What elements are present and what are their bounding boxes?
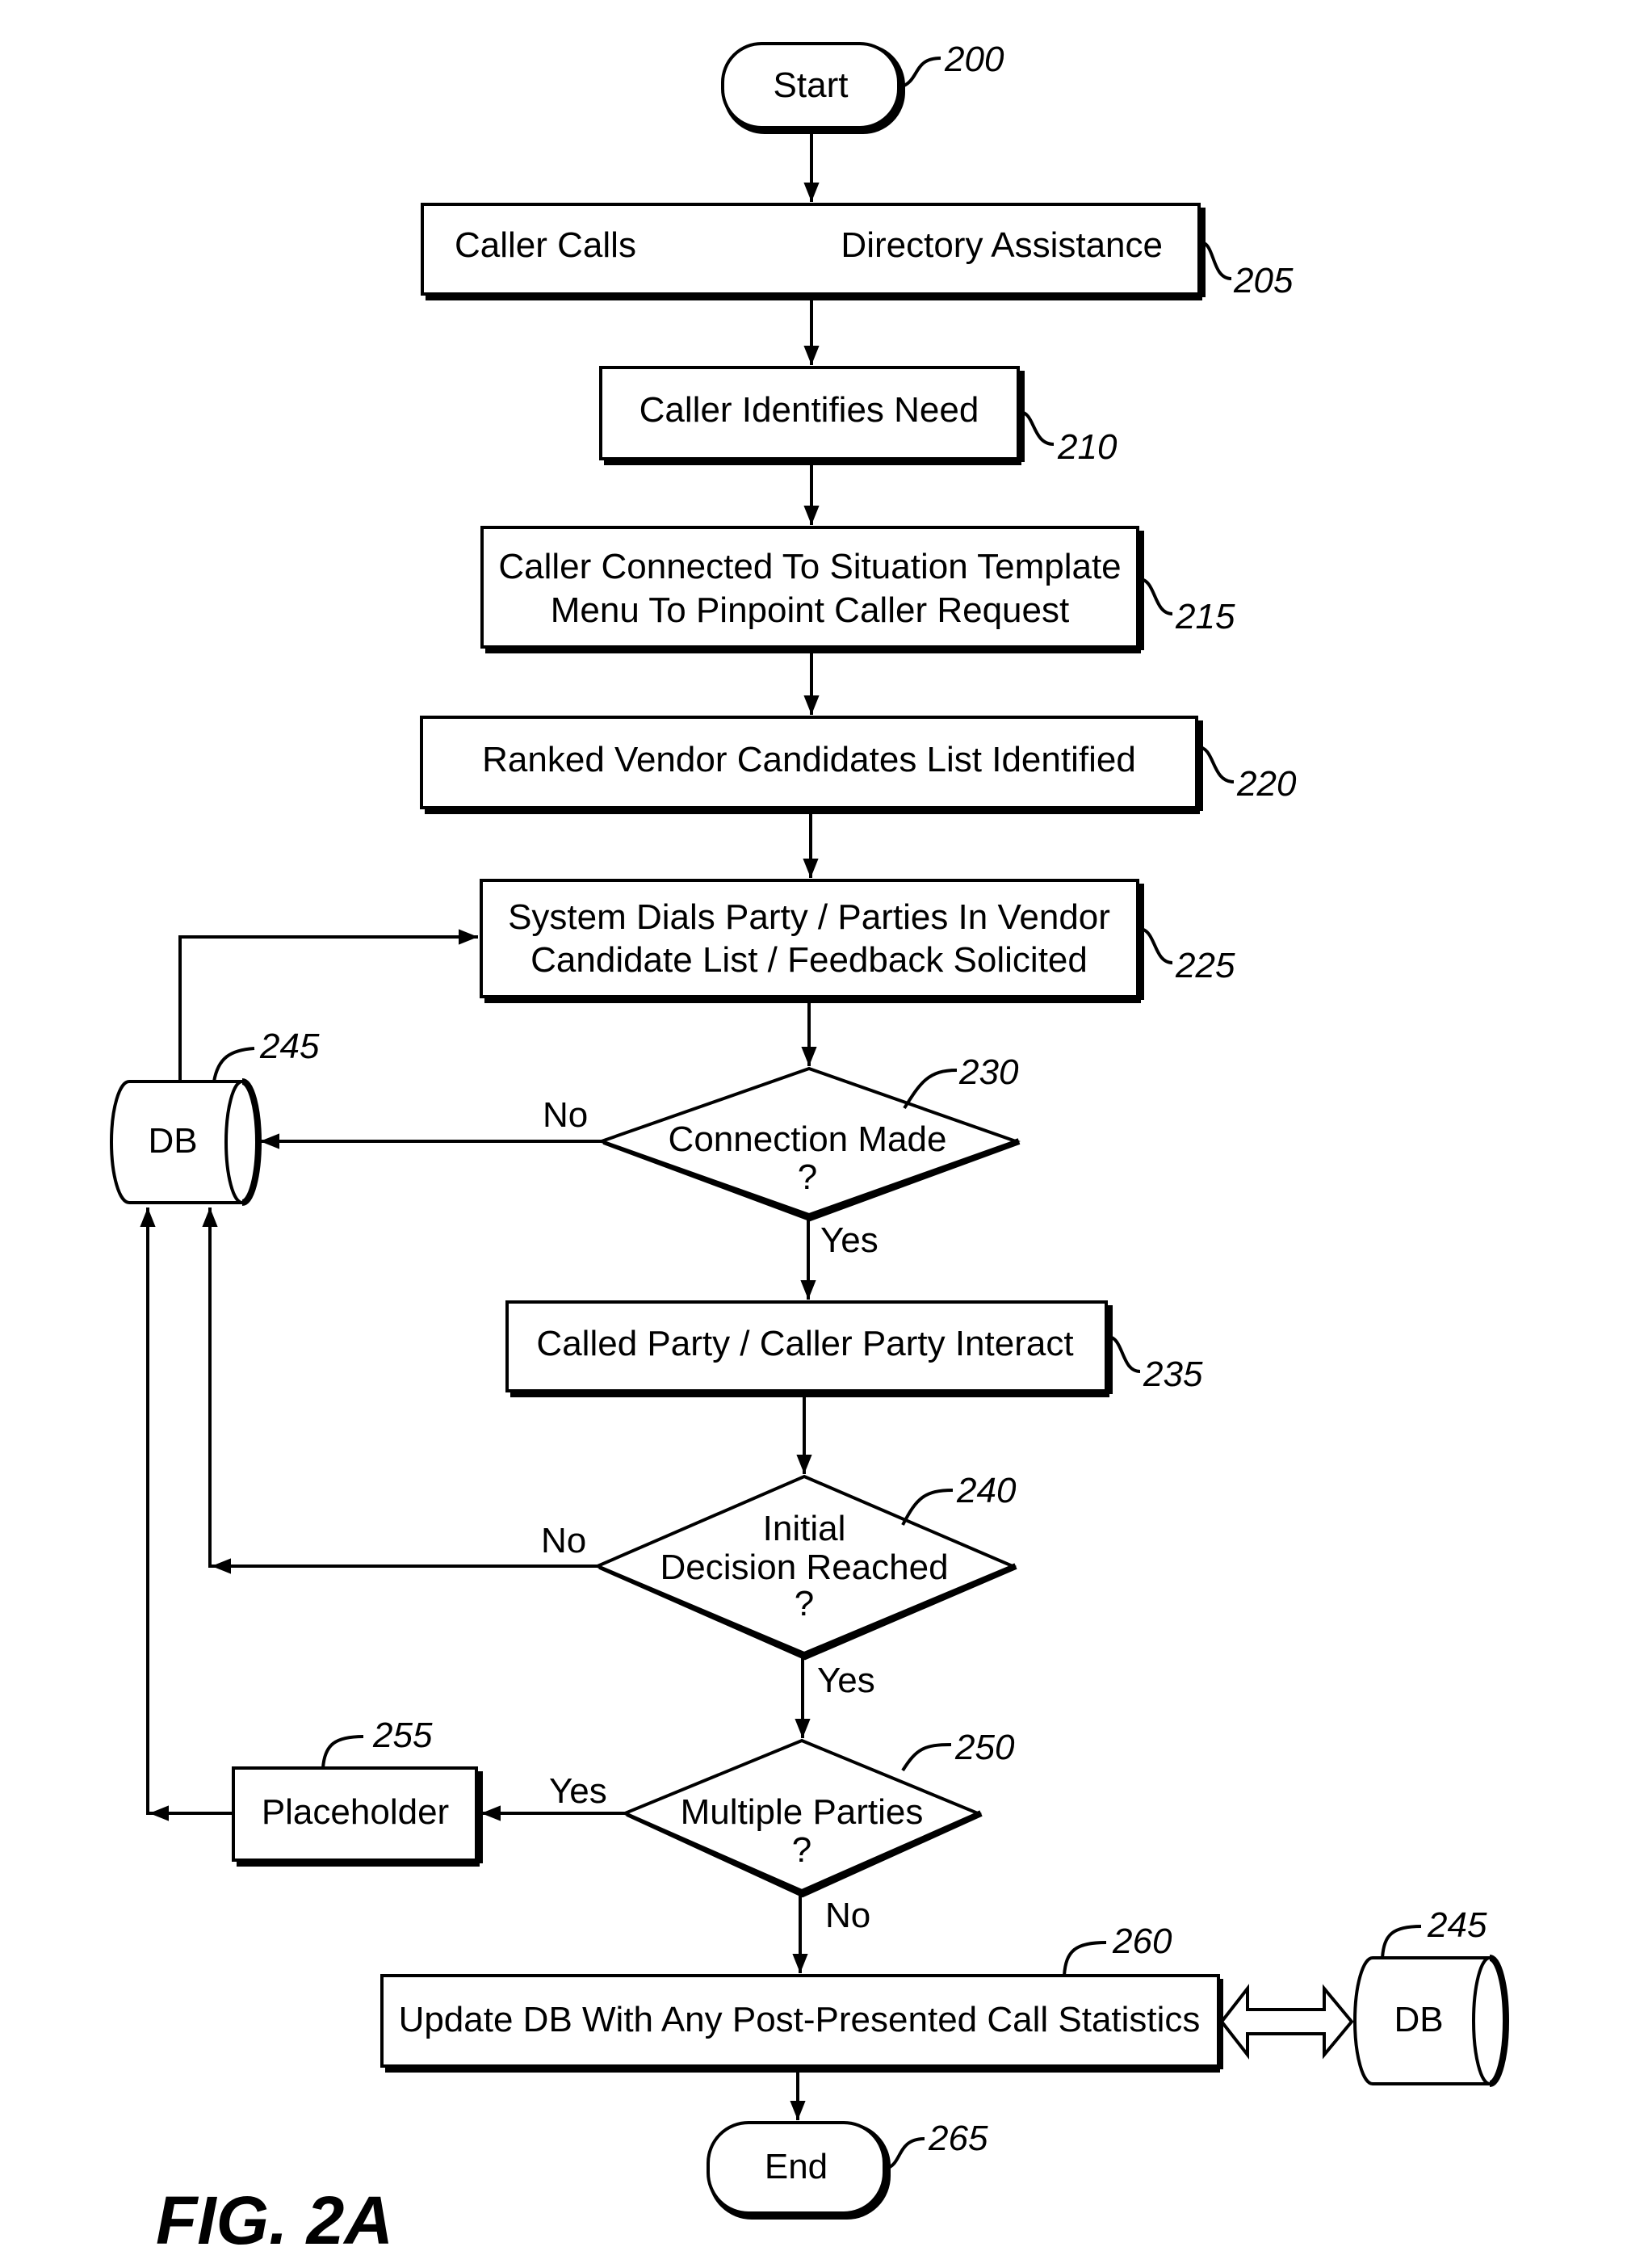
process-225-line1: System Dials Party / Parties In Vendor <box>508 897 1110 937</box>
process-205: Caller Calls Directory Assistance 205 <box>421 203 1294 300</box>
process-225-line2: Candidate List / Feedback Solicited <box>530 940 1088 980</box>
flowchart-canvas: Start 200 Caller Calls Directory Assista… <box>110 40 1509 2258</box>
ref-265: 265 <box>928 2119 988 2158</box>
ref-240: 240 <box>956 1471 1017 1510</box>
edge-260-db-bidirectional <box>1219 1984 1354 2060</box>
ref-leader-225 <box>1139 927 1173 964</box>
decision-240-line3: ? <box>795 1584 814 1623</box>
ref-250: 250 <box>954 1728 1015 1767</box>
process-220-label: Ranked Vendor Candidates List Identified <box>482 740 1136 779</box>
start-label: Start <box>774 65 849 105</box>
decision-250-line1: Multiple Parties <box>681 1792 924 1832</box>
process-215-line2: Menu To Pinpoint Caller Request <box>551 590 1069 630</box>
process-225: System Dials Party / Parties In Vendor C… <box>480 879 1235 1003</box>
process-210: Caller Identifies Need 210 <box>599 366 1118 467</box>
decision-230-no-label: No <box>543 1095 588 1135</box>
ref-leader-245-right <box>1381 1925 1422 1959</box>
process-255-label: Placeholder <box>262 1792 449 1832</box>
decision-250-yes-label: Yes <box>549 1771 607 1811</box>
process-205-label-right: Directory Assistance <box>841 225 1163 265</box>
process-235: Called Party / Caller Party Interact 235 <box>505 1300 1203 1397</box>
edge-255-db <box>140 1208 233 1815</box>
ref-leader-265 <box>885 2137 925 2170</box>
decision-240-no-label: No <box>541 1521 586 1560</box>
end-terminal: End 265 <box>707 2119 988 2220</box>
ref-leader-255 <box>321 1735 364 1769</box>
decision-240-line1: Initial <box>763 1509 846 1548</box>
ref-leader-220 <box>1197 746 1235 783</box>
ref-leader-230 <box>903 1069 958 1110</box>
database-right-label: DB <box>1394 2000 1443 2039</box>
ref-leader-215 <box>1139 578 1173 615</box>
ref-leader-245-left <box>212 1047 255 1082</box>
ref-200: 200 <box>944 40 1004 79</box>
database-left-label: DB <box>148 1121 197 1161</box>
end-label: End <box>765 2147 828 2186</box>
ref-leader-250 <box>901 1743 952 1772</box>
start-terminal: Start 200 <box>721 40 1004 134</box>
ref-leader-210 <box>1019 410 1055 446</box>
ref-leader-260 <box>1063 1941 1107 1976</box>
decision-230-line1: Connection Made <box>669 1119 947 1159</box>
ref-255: 255 <box>372 1716 433 1755</box>
decision-240: Initial Decision Reached ? 240 No Yes <box>541 1471 1017 1700</box>
ref-215: 215 <box>1175 597 1235 636</box>
ref-leader-240 <box>901 1489 954 1526</box>
ref-210: 210 <box>1057 427 1118 467</box>
process-235-label: Called Party / Caller Party Interact <box>536 1324 1073 1363</box>
ref-235: 235 <box>1143 1354 1203 1394</box>
process-260-label: Update DB With Any Post-Presented Call S… <box>399 2000 1201 2039</box>
decision-230: Connection Made ? 230 No Yes <box>543 1052 1021 1260</box>
process-255: Placeholder 255 <box>232 1716 483 1867</box>
database-right: DB 245 <box>1353 1905 1509 2087</box>
ref-leader-200 <box>899 57 941 89</box>
decision-250-line2: ? <box>792 1830 811 1870</box>
decision-230-yes-label: Yes <box>820 1220 879 1260</box>
ref-220: 220 <box>1236 764 1297 804</box>
process-215: Caller Connected To Situation Template M… <box>480 526 1235 653</box>
process-215-line1: Caller Connected To Situation Template <box>498 547 1121 586</box>
process-210-label: Caller Identifies Need <box>639 390 979 430</box>
ref-230: 230 <box>958 1052 1019 1092</box>
ref-225: 225 <box>1175 946 1235 985</box>
process-220: Ranked Vendor Candidates List Identified… <box>420 716 1297 814</box>
decision-230-line2: ? <box>798 1157 817 1197</box>
ref-260: 260 <box>1112 1922 1172 1961</box>
decision-250-no-label: No <box>825 1896 870 1935</box>
decision-240-yes-label: Yes <box>817 1661 875 1700</box>
process-205-label-left: Caller Calls <box>455 225 636 265</box>
ref-245-right: 245 <box>1427 1905 1487 1945</box>
figure-label: FIG. 2A <box>156 2182 393 2258</box>
ref-205: 205 <box>1233 261 1294 300</box>
decision-250: Multiple Parties ? 250 Yes No <box>549 1728 1015 1935</box>
decision-240-line2: Decision Reached <box>660 1548 948 1587</box>
ref-245-left: 245 <box>259 1027 320 1066</box>
database-left: DB 245 <box>110 1027 320 1206</box>
